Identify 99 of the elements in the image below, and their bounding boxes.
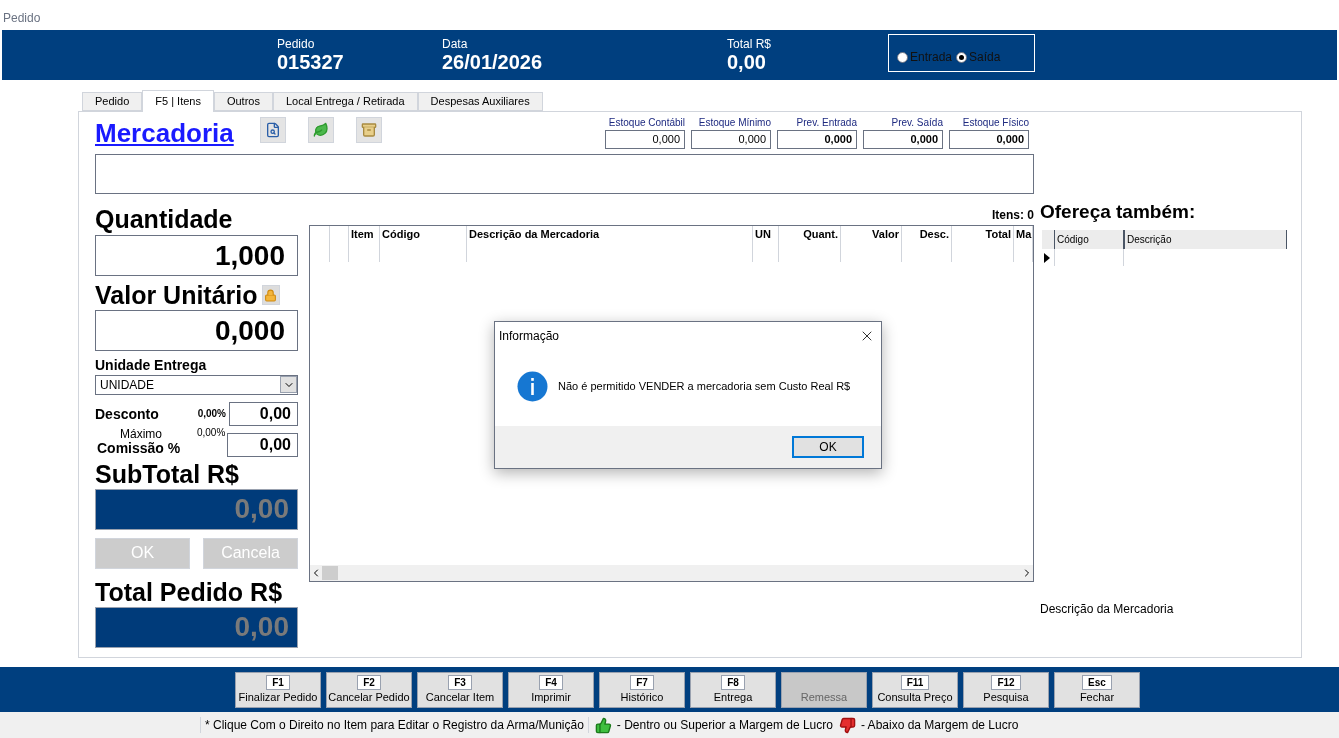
- header-label: Pedido: [277, 38, 316, 50]
- stock-label: Prev. Saída: [891, 117, 943, 130]
- maximum-label: Máximo: [119, 427, 163, 440]
- leaf-icon[interactable]: [307, 117, 334, 143]
- scroll-thumb[interactable]: [322, 566, 338, 580]
- legend-label: - Dentro ou Superior a Margem de Lucro: [616, 717, 833, 733]
- shortcut-key: F4: [539, 674, 563, 690]
- product-link[interactable]: Mercadoria: [95, 117, 234, 150]
- discount-field[interactable]: 0,00: [229, 401, 298, 426]
- function-key-button[interactable]: F3 Cancelar Item: [417, 671, 503, 708]
- dropdown-icon[interactable]: [280, 376, 297, 393]
- unit-price-label: Valor Unitário: [95, 282, 258, 308]
- tab[interactable]: F5 | Itens: [142, 90, 214, 112]
- function-key-button[interactable]: F1 Finalizar Pedido: [235, 671, 321, 708]
- function-key-label: Remessa: [800, 690, 848, 705]
- function-key-label: Fechar: [1079, 690, 1115, 705]
- subtotal-label: SubTotal R$: [95, 458, 240, 489]
- info-icon: [517, 370, 548, 402]
- tab[interactable]: Local Entrega / Retirada: [272, 92, 418, 111]
- lock-icon[interactable]: [261, 285, 280, 305]
- box-icon[interactable]: [355, 117, 382, 143]
- discount-percent: 0,00%: [196, 407, 226, 421]
- commission-field[interactable]: 0,00: [227, 432, 298, 457]
- delivery-unit-select[interactable]: UNIDADE: [95, 374, 298, 395]
- grid-cell[interactable]: [1054, 248, 1124, 266]
- tab[interactable]: Pedido: [82, 92, 143, 111]
- commission-label: Comissão %: [96, 439, 182, 457]
- window-title: Pedido: [3, 10, 41, 26]
- discount-label: Desconto: [95, 404, 160, 424]
- search-document-icon[interactable]: [259, 117, 286, 143]
- tab[interactable]: Despesas Auxiliares: [417, 92, 543, 111]
- function-key-label: Histórico: [620, 690, 664, 705]
- function-key-button[interactable]: F8 Entrega: [690, 671, 776, 708]
- dialog-title: Informação: [499, 328, 560, 344]
- function-key-button[interactable]: F7 Histórico: [599, 671, 685, 708]
- legend-label: - Abaixo da Margem de Lucro: [860, 717, 1019, 733]
- header-value: 26/01/2026: [442, 50, 543, 75]
- horizontal-scrollbar[interactable]: [310, 565, 1033, 581]
- delivery-unit-label: Unidade Entrega: [95, 357, 208, 375]
- order-total-label: Total Pedido R$: [95, 576, 284, 607]
- function-key-label: Cancelar Item: [425, 690, 495, 705]
- header-label: Total R$: [727, 38, 772, 50]
- status-hint: * Clique Com o Direito no Item para Editar o Registro da Arma/Munição: [200, 717, 589, 733]
- column-header[interactable]: UN: [753, 226, 778, 243]
- column-header[interactable]: Código: [380, 226, 466, 243]
- column-header[interactable]: Ma: [1014, 226, 1032, 243]
- shortcut-key: F2: [357, 674, 381, 690]
- dialog-message: Não é permitido VENDER a mercadoria sem Custo Real R$: [558, 378, 851, 394]
- stock-field[interactable]: 0,000: [605, 129, 685, 149]
- stock-field[interactable]: 0,000: [863, 129, 943, 149]
- function-key-button[interactable]: F2 Cancelar Pedido: [326, 671, 412, 708]
- stock-label: Estoque Mínimo: [698, 117, 771, 130]
- thumbs-up-icon: [594, 716, 612, 734]
- shortcut-key: F12: [991, 674, 1021, 690]
- ok-button[interactable]: OK: [792, 436, 864, 458]
- quantity-label: Quantidade: [95, 204, 234, 235]
- shortcut-key: Esc: [1082, 674, 1112, 690]
- column-header[interactable]: Quant.: [779, 226, 840, 243]
- stock-label: Estoque Físico: [962, 117, 1029, 130]
- offer-title: Ofereça também:: [1040, 200, 1197, 224]
- unit-price-field[interactable]: 0,000: [95, 310, 298, 351]
- column-header[interactable]: Desc.: [902, 226, 951, 243]
- stock-field[interactable]: 0,000: [949, 129, 1029, 149]
- function-key-label: Pesquisa: [983, 690, 1029, 705]
- function-key-label: Entrega: [713, 690, 753, 705]
- column-header[interactable]: Descrição da Mercadoria: [467, 226, 752, 243]
- quantity-field[interactable]: 1,000: [95, 235, 298, 276]
- column-header[interactable]: Item: [349, 226, 379, 243]
- column-header[interactable]: Descrição: [1124, 229, 1287, 249]
- shortcut-key: F8: [721, 674, 745, 690]
- column-header[interactable]: Valor: [841, 226, 901, 243]
- function-key-label: Cancelar Pedido: [328, 690, 410, 705]
- stock-label: Prev. Entrada: [796, 117, 857, 130]
- function-key-button[interactable]: F12 Pesquisa: [963, 671, 1049, 708]
- function-key-button[interactable]: F11 Consulta Preço: [872, 671, 958, 708]
- items-count: Itens: 0: [991, 207, 1034, 224]
- shortcut-key: F7: [630, 674, 654, 690]
- header-label: Data: [442, 38, 469, 50]
- column-header[interactable]: Total: [952, 226, 1013, 243]
- description-label: Descrição da Mercadoria: [1040, 601, 1175, 617]
- shortcut-key: F3: [448, 674, 472, 690]
- stock-field[interactable]: 0,000: [777, 129, 857, 149]
- function-key-button[interactable]: F4 Imprimir: [508, 671, 594, 708]
- header-value: 0,00: [727, 50, 767, 75]
- shortcut-key: F11: [900, 674, 930, 690]
- function-key-label: Imprimir: [531, 690, 571, 705]
- thumbs-down-icon: [838, 716, 856, 734]
- column-header[interactable]: Código: [1054, 229, 1124, 249]
- shortcut-key: F1: [266, 674, 290, 690]
- function-key-label: Finalizar Pedido: [238, 690, 318, 705]
- stock-field[interactable]: 0,000: [691, 129, 771, 149]
- row-pointer-icon: [1042, 251, 1052, 264]
- description-field[interactable]: [95, 154, 1034, 194]
- function-key-button[interactable]: Esc Fechar: [1054, 671, 1140, 708]
- maximum-percent: 0,00%: [195, 427, 226, 438]
- stock-label: Estoque Contábil: [608, 117, 685, 130]
- header-value: 015327: [277, 50, 344, 75]
- function-key-label: Consulta Preço: [877, 690, 953, 705]
- tab[interactable]: Outros: [213, 92, 273, 111]
